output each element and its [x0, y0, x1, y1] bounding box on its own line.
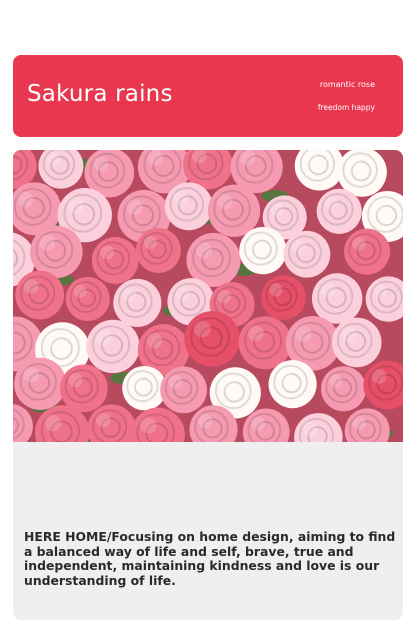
rose [164, 182, 213, 231]
rose [30, 225, 83, 279]
rose [86, 319, 140, 374]
rose [59, 364, 108, 413]
description-text: HERE HOME/Focusing on home design, aimin… [24, 529, 396, 588]
rose [316, 188, 362, 234]
rose [160, 366, 207, 414]
rose [207, 184, 261, 237]
rose [268, 360, 317, 409]
rose [331, 317, 382, 368]
rose [184, 311, 241, 367]
rose [344, 228, 391, 275]
banner-title: Sakura rains [27, 81, 173, 107]
description-card: HERE HOME/Focusing on home design, aimin… [13, 442, 403, 620]
rose [311, 273, 363, 324]
rose [283, 230, 331, 278]
rose [238, 316, 292, 370]
knitted-roses-photo [13, 150, 403, 442]
rose [65, 276, 110, 322]
rose [15, 270, 65, 320]
banner-tag-freedom: freedom happy [317, 103, 375, 112]
rose [135, 227, 181, 273]
rose [321, 366, 367, 412]
rose [239, 226, 287, 275]
title-banner: Sakura rains romantic rose freedom happy [13, 55, 403, 137]
rose [14, 357, 67, 410]
banner-tag-romantic: romantic rose [319, 80, 375, 89]
rose [113, 278, 162, 327]
rose [261, 275, 306, 320]
rose [122, 365, 167, 411]
rose [91, 237, 139, 284]
roses-illustration [13, 150, 403, 442]
